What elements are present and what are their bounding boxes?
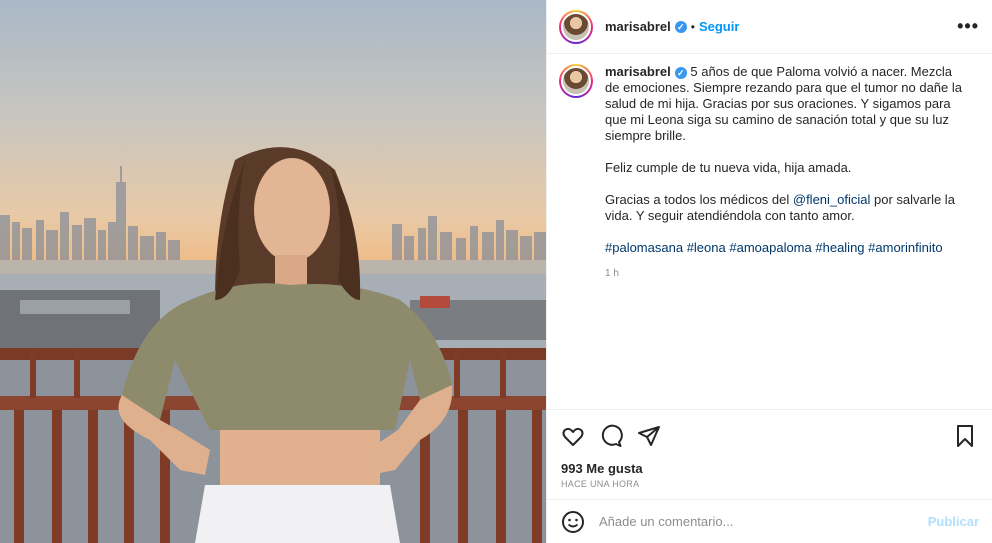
caption-paragraph-1: marisabrel ✓ 5 años de que Paloma volvió … [605,64,965,144]
header-username[interactable]: marisabrel [605,19,671,34]
post-photo[interactable] [0,0,546,543]
post-side-panel: marisabrel ✓ • Seguir ••• marisabrel ✓ 5 … [546,0,992,543]
caption-avatar[interactable] [559,64,593,98]
publish-button[interactable]: Publicar [928,514,979,529]
hashtag-link[interactable]: #leona [687,240,726,255]
heart-icon[interactable] [561,424,585,448]
smiley-icon[interactable] [561,510,585,534]
likes-count[interactable]: 993 Me gusta [561,461,643,476]
caption-block: marisabrel ✓ 5 años de que Paloma volvió … [559,64,979,282]
hashtag-link[interactable]: #palomasana [605,240,683,255]
caption-username[interactable]: marisabrel [605,64,671,79]
photo-scene [0,147,546,543]
comment-icon[interactable] [599,424,623,448]
bookmark-icon[interactable] [953,424,977,448]
hashtag-link[interactable]: #healing [815,240,864,255]
caption-text: marisabrel ✓ 5 años de que Paloma volvió … [605,64,965,282]
hashtag-link[interactable]: #amoapaloma [729,240,811,255]
caption-paragraph-2: Feliz cumple de tu nueva vida, hija amad… [605,160,852,175]
hashtags: #palomasana #leona #amoapaloma #healing … [605,240,965,256]
post-time: HACE UNA HORA [561,479,640,489]
hashtag-link[interactable]: #amorinfinito [868,240,942,255]
comment-box: Publicar [547,499,992,543]
follow-button[interactable]: Seguir [699,19,739,34]
comment-input[interactable] [599,514,919,529]
share-icon[interactable] [637,424,661,448]
caption-paragraph-3: Gracias a todos los médicos del @fleni_o… [605,192,965,224]
caption-timestamp[interactable]: 1 h [605,266,965,282]
post-header: marisabrel ✓ • Seguir ••• [547,0,992,54]
mention-link[interactable]: @fleni_oficial [793,192,871,207]
verified-badge-icon: ✓ [674,20,687,33]
caption-verified-icon: ✓ [674,67,687,79]
avatar[interactable] [559,9,593,44]
separator-dot: • [690,19,695,34]
caption-body-3a: Gracias a todos los médicos del [605,192,793,207]
more-options-icon[interactable]: ••• [957,16,979,37]
actions-bar: 993 Me gusta HACE UNA HORA [547,409,992,499]
